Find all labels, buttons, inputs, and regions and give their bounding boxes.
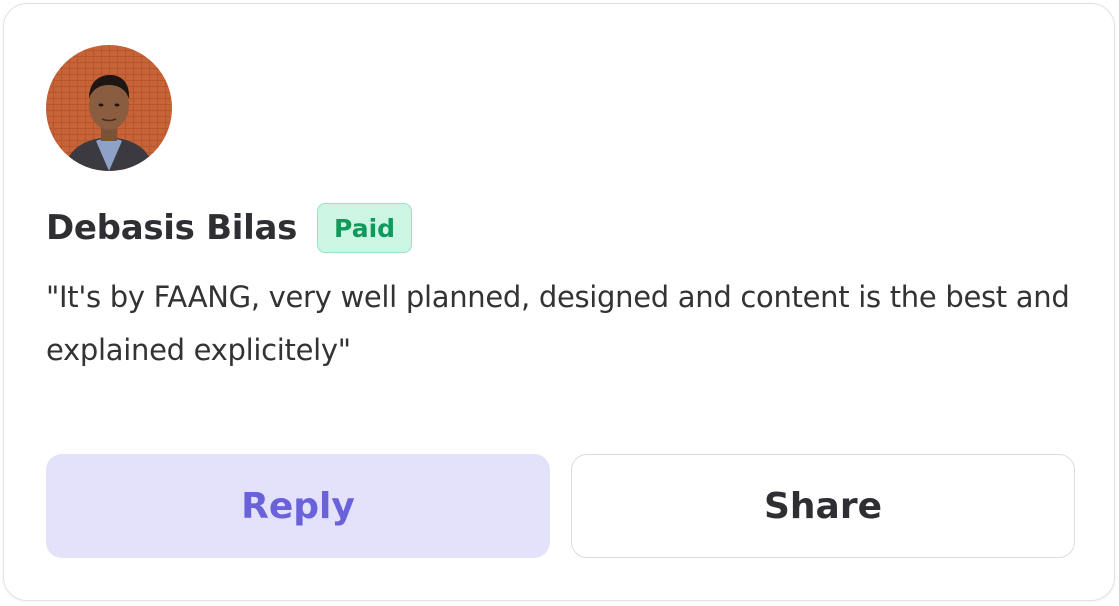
avatar bbox=[46, 45, 172, 171]
author-row: Debasis Bilas Paid bbox=[46, 202, 413, 254]
paid-badge: Paid bbox=[317, 203, 413, 253]
review-card: Debasis Bilas Paid "It's by FAANG, very … bbox=[3, 3, 1115, 601]
share-button[interactable]: Share bbox=[571, 454, 1075, 558]
reply-button[interactable]: Reply bbox=[46, 454, 550, 558]
review-quote: "It's by FAANG, very well planned, desig… bbox=[46, 280, 1070, 367]
author-name: Debasis Bilas bbox=[46, 208, 298, 248]
